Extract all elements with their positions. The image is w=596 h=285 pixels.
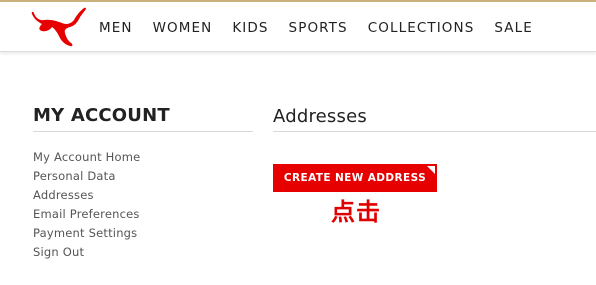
create-new-address-button[interactable]: CREATE NEW ADDRESS (273, 164, 437, 192)
create-new-address-label: CREATE NEW ADDRESS (283, 172, 427, 184)
sidebar-title: MY ACCOUNT (33, 105, 170, 126)
title-divider (273, 131, 596, 132)
page-title: Addresses (273, 106, 367, 127)
nav-men[interactable]: MEN (99, 19, 133, 37)
account-menu: My Account Home Personal Data Addresses … (33, 150, 140, 264)
sidebar-item-my-account-home[interactable]: My Account Home (33, 150, 140, 169)
puma-cat-logo-icon[interactable] (30, 5, 88, 51)
sidebar-item-addresses[interactable]: Addresses (33, 188, 140, 207)
main-nav: MEN WOMEN KIDS SPORTS COLLECTIONS SALE (99, 19, 553, 37)
nav-sale[interactable]: SALE (494, 19, 533, 37)
corner-triangle-icon (427, 166, 435, 174)
site-header: MEN WOMEN KIDS SPORTS COLLECTIONS SALE (0, 2, 596, 52)
sidebar-item-payment-settings[interactable]: Payment Settings (33, 226, 140, 245)
sidebar-item-sign-out[interactable]: Sign Out (33, 245, 140, 264)
nav-sports[interactable]: SPORTS (289, 19, 348, 37)
sidebar-divider (33, 131, 253, 132)
nav-collections[interactable]: COLLECTIONS (368, 19, 475, 37)
nav-kids[interactable]: KIDS (232, 19, 268, 37)
sidebar-item-personal-data[interactable]: Personal Data (33, 169, 140, 188)
nav-women[interactable]: WOMEN (153, 19, 213, 37)
sidebar-item-email-preferences[interactable]: Email Preferences (33, 207, 140, 226)
click-annotation: 点击 (331, 198, 381, 226)
